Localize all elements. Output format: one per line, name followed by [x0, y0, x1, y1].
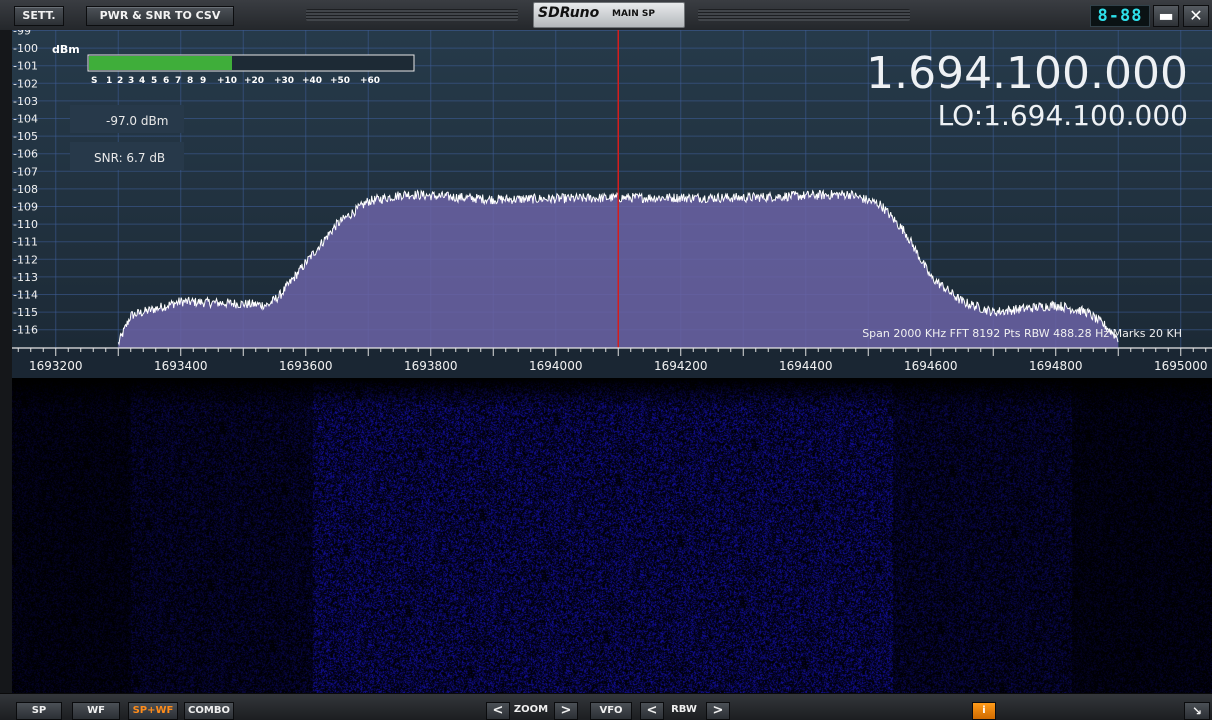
level-label: -104: [13, 113, 38, 126]
rbw-prev-button[interactable]: <: [640, 702, 664, 720]
smeter-scale-label: 1: [106, 76, 112, 86]
frequency-label: 1693600: [279, 359, 332, 373]
settings-button[interactable]: SETT.: [14, 6, 64, 26]
window-name: MAIN SP: [612, 9, 656, 19]
spectrum-info-line: Span 2000 KHz FFT 8192 Pts RBW 488.28 Hz…: [862, 327, 1182, 340]
level-label: -114: [13, 289, 38, 302]
smeter-scale-label: +30: [274, 76, 294, 86]
smeter-scale-label: 5: [151, 76, 157, 86]
level-label: -115: [13, 306, 38, 319]
sp-wf-mode-button[interactable]: SP+WF: [128, 702, 178, 720]
app-logo: SDRuno: [538, 5, 600, 21]
smeter-scale-label: +40: [302, 76, 322, 86]
bottom-toolbar: SP WF SP+WF COMBO < ZOOM > VFO < RBW > i…: [0, 693, 1212, 720]
frequency-label: 1693200: [29, 359, 82, 373]
led-display: 8-88: [1090, 5, 1150, 27]
window-brand: SDRuno MAIN SP: [533, 2, 685, 28]
smeter-scale-label: 7: [175, 76, 181, 86]
zoom-out-button[interactable]: <: [486, 702, 510, 720]
level-label: -109: [13, 201, 38, 214]
smeter-scale-label: +20: [244, 76, 264, 86]
spectrum-panel[interactable]: -99 -100 -101 -102 -103 -104 -105 -106 -107 -108 -…: [12, 30, 1212, 378]
level-label: -105: [13, 130, 38, 143]
level-label: -116: [13, 324, 38, 337]
smeter-bar: [89, 56, 232, 70]
frequency-display: 1.694.100.000: [866, 48, 1188, 99]
rbw-label: RBW: [671, 704, 697, 715]
level-label: -111: [13, 236, 38, 249]
smeter-scale-label: 6: [163, 76, 169, 86]
level-label: -113: [13, 271, 38, 284]
frequency-label: 1695000: [1154, 359, 1207, 373]
zoom-in-button[interactable]: >: [554, 702, 578, 720]
level-label: -100: [13, 42, 38, 55]
rbw-next-button[interactable]: >: [706, 702, 730, 720]
level-label: -110: [13, 218, 38, 231]
left-edge: [0, 30, 12, 693]
close-button[interactable]: ✕: [1183, 5, 1209, 27]
power-readout: -97.0 dBm: [106, 114, 168, 128]
waterfall-canvas: [12, 378, 1212, 693]
frequency-label: 1693400: [154, 359, 207, 373]
wf-mode-button[interactable]: WF: [72, 702, 120, 720]
frequency-label: 1694400: [779, 359, 832, 373]
level-label: -101: [13, 60, 38, 73]
level-label: -99: [13, 30, 31, 38]
sp-mode-button[interactable]: SP: [16, 702, 62, 720]
lo-frequency-display: LO:1.694.100.000: [938, 99, 1188, 132]
frequency-label: 1694000: [529, 359, 582, 373]
frequency-label: 1693800: [404, 359, 457, 373]
combo-mode-button[interactable]: COMBO: [184, 702, 234, 720]
vfo-button[interactable]: VFO: [590, 702, 632, 720]
waterfall-panel[interactable]: [12, 378, 1212, 693]
export-csv-button[interactable]: PWR & SNR TO CSV: [86, 6, 234, 26]
drag-grip-right[interactable]: [698, 9, 910, 21]
smeter-scale-label: 3: [128, 76, 134, 86]
smeter-scale-label: +10: [217, 76, 237, 86]
smeter-scale-label: 8: [187, 76, 193, 86]
level-label: -112: [13, 253, 38, 266]
smeter-scale-label: +50: [330, 76, 350, 86]
smeter-scale-label: 2: [117, 76, 123, 86]
level-axis-labels: -99 -100 -101 -102 -103 -104 -105 -106 -107 -108 -…: [13, 30, 38, 337]
level-label: -108: [13, 183, 38, 196]
level-label: -107: [13, 165, 38, 178]
minimize-button[interactable]: ▬: [1153, 5, 1179, 27]
drag-grip-left[interactable]: [306, 9, 518, 21]
smeter-scale-label: 4: [139, 76, 145, 86]
zoom-label: ZOOM: [513, 704, 549, 715]
snr-readout: SNR: 6.7 dB: [94, 151, 165, 165]
smeter-scale-label: 9: [200, 76, 206, 86]
level-label: -106: [13, 148, 38, 161]
smeter-scale-label: +60: [360, 76, 380, 86]
info-button[interactable]: i: [972, 702, 996, 720]
frequency-label: 1694200: [654, 359, 707, 373]
frequency-label: 1694800: [1029, 359, 1082, 373]
level-label: -102: [13, 77, 38, 90]
title-bar: SETT. PWR & SNR TO CSV SDRuno MAIN SP 8-…: [0, 0, 1212, 31]
smeter-scale-label: S: [91, 76, 97, 86]
smeter-scale: S 1 2 3 4 5 6 7 8 9 +10 +20 +30 +40 +50 +60: [91, 76, 380, 86]
frequency-label: 1694600: [904, 359, 957, 373]
resize-handle-icon[interactable]: ↘: [1184, 702, 1210, 720]
level-label: -103: [13, 95, 38, 108]
unit-label: dBm: [52, 43, 80, 56]
